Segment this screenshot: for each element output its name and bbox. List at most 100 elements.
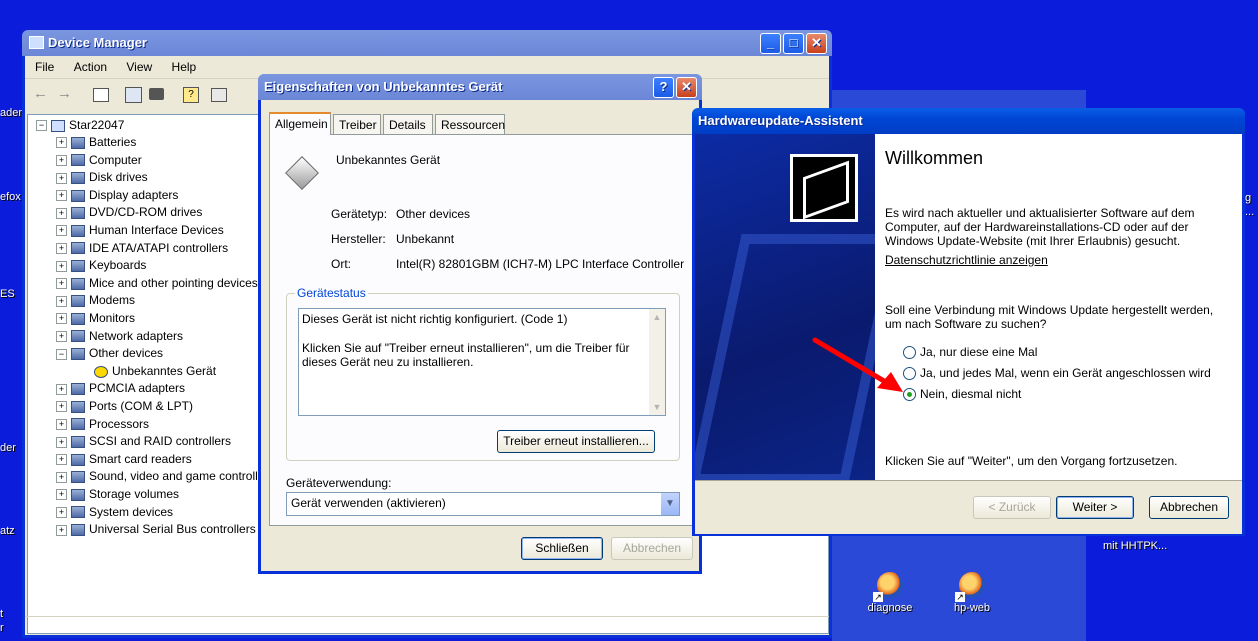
desktop-icon-hp-web[interactable]: hp-web: [942, 572, 1002, 614]
expand-icon[interactable]: +: [56, 137, 67, 149]
back-arrow-icon[interactable]: ←: [33, 85, 48, 102]
tree-category-item[interactable]: + Storage volumes: [56, 486, 179, 503]
collapse-icon[interactable]: −: [56, 348, 67, 360]
tree-category-item[interactable]: + DVD/CD-ROM drives: [56, 204, 202, 221]
cancel-button[interactable]: Abbrechen: [611, 537, 693, 560]
expand-icon[interactable]: +: [56, 225, 67, 237]
tree-category-item[interactable]: + Keyboards: [56, 257, 146, 274]
tab-details[interactable]: Details: [383, 114, 433, 134]
scroll-down-icon[interactable]: ▼: [649, 399, 665, 415]
expand-icon[interactable]: +: [56, 313, 67, 325]
tree-category-item[interactable]: + Human Interface Devices: [56, 222, 224, 239]
show-hide-tree-icon[interactable]: [93, 88, 109, 102]
print-icon[interactable]: [149, 88, 164, 100]
tree-root[interactable]: − Star22047: [36, 117, 124, 134]
device-category-icon: [71, 260, 85, 273]
expand-icon[interactable]: +: [56, 207, 67, 219]
tab-driver[interactable]: Treiber: [333, 114, 381, 134]
tab-general[interactable]: Allgemein: [269, 112, 331, 135]
menu-help[interactable]: Help: [164, 56, 205, 78]
hardware-wizard-icon: [790, 154, 858, 222]
tree-category-item[interactable]: + Disk drives: [56, 169, 148, 186]
help-button[interactable]: ?: [653, 77, 674, 98]
expand-icon[interactable]: +: [56, 242, 67, 254]
expand-icon[interactable]: +: [56, 418, 67, 430]
tree-category-item[interactable]: + Processors: [56, 416, 149, 433]
expand-icon[interactable]: +: [56, 436, 67, 448]
collapse-icon[interactable]: −: [36, 120, 47, 132]
chevron-down-icon[interactable]: ▼: [661, 493, 679, 515]
forward-arrow-icon[interactable]: →: [57, 85, 72, 102]
maximize-button[interactable]: □: [783, 33, 804, 54]
close-button[interactable]: ✕: [676, 77, 697, 98]
help-icon[interactable]: ?: [183, 87, 199, 103]
wizard-option-2[interactable]: Ja, und jedes Mal, wenn ein Gerät angesc…: [903, 365, 1211, 381]
tree-category-item[interactable]: + SCSI and RAID controllers: [56, 433, 231, 450]
menu-view[interactable]: View: [118, 56, 160, 78]
tree-category-item[interactable]: + Display adapters: [56, 187, 178, 204]
device-usage-select[interactable]: Gerät verwenden (aktivieren) ▼: [286, 492, 680, 516]
tree-item-label: Monitors: [89, 311, 136, 325]
device-manager-titlebar[interactable]: Device Manager _ □ ✕: [22, 30, 832, 56]
properties-titlebar[interactable]: Eigenschaften von Unbekanntes Gerät ? ✕: [258, 74, 702, 100]
expand-icon[interactable]: +: [56, 295, 67, 307]
manufacturer-label: Hersteller:: [331, 232, 386, 246]
next-button[interactable]: Weiter >: [1056, 496, 1134, 519]
scroll-up-icon[interactable]: ▲: [649, 309, 665, 325]
expand-icon[interactable]: +: [56, 454, 67, 466]
expand-icon[interactable]: +: [56, 278, 67, 290]
expand-icon[interactable]: +: [56, 190, 67, 202]
menu-action[interactable]: Action: [66, 56, 115, 78]
tree-category-item[interactable]: + Batteries: [56, 134, 136, 151]
menu-file[interactable]: File: [27, 56, 62, 78]
tab-resources[interactable]: Ressourcen: [435, 114, 505, 134]
view-icon[interactable]: [211, 88, 227, 102]
wizard-option-3[interactable]: Nein, diesmal nicht: [903, 386, 1021, 402]
expand-icon[interactable]: +: [56, 489, 67, 501]
cancel-button[interactable]: Abbrechen: [1149, 496, 1229, 519]
close-button[interactable]: ✕: [806, 33, 827, 54]
expand-icon[interactable]: +: [56, 401, 67, 413]
tree-category-item[interactable]: + Smart card readers: [56, 451, 192, 468]
expand-icon[interactable]: +: [56, 260, 67, 272]
tree-category-item[interactable]: + Sound, video and game controllers: [56, 468, 274, 485]
tree-category-item[interactable]: + Universal Serial Bus controllers: [56, 521, 256, 538]
tree-item-label: Network adapters: [89, 328, 184, 343]
tree-device-item[interactable]: Unbekanntes Gerät: [94, 363, 216, 380]
desktop-shortcut-caption[interactable]: mit HHTPK...: [1103, 540, 1167, 552]
expand-icon[interactable]: +: [56, 471, 67, 483]
wizard-intro: Es wird nach aktueller und aktualisierte…: [885, 206, 1195, 248]
privacy-policy-link[interactable]: Datenschutzrichtlinie anzeigen: [885, 253, 1048, 267]
tree-category-item[interactable]: + System devices: [56, 504, 173, 521]
minimize-button[interactable]: _: [760, 33, 781, 54]
reinstall-driver-button[interactable]: Treiber erneut installieren...: [497, 430, 655, 453]
back-button[interactable]: < Zurück: [973, 496, 1051, 519]
device-status-textbox[interactable]: Dieses Gerät ist nicht richtig konfiguri…: [298, 308, 666, 416]
wizard-titlebar[interactable]: Hardwareupdate-Assistent: [692, 108, 1245, 134]
expand-icon[interactable]: +: [56, 524, 67, 536]
expand-icon[interactable]: +: [56, 383, 67, 395]
tree-category-item[interactable]: + IDE ATA/ATAPI controllers: [56, 240, 228, 257]
close-dialog-button[interactable]: Schließen: [521, 537, 603, 560]
wizard-option-1[interactable]: Ja, nur diese eine Mal: [903, 344, 1037, 360]
tree-category-item[interactable]: + Modems: [56, 292, 135, 309]
tree-category-item[interactable]: + PCMCIA adapters: [56, 380, 185, 397]
properties-icon[interactable]: [125, 87, 142, 103]
tree-item-label: Batteries: [89, 135, 137, 149]
expand-icon[interactable]: +: [56, 154, 67, 166]
tree-category-item[interactable]: + Mice and other pointing devices: [56, 275, 258, 292]
tree-category-item[interactable]: + Computer: [56, 152, 142, 169]
tree-category-item[interactable]: − Other devices: [56, 345, 163, 362]
expand-icon[interactable]: +: [56, 172, 67, 184]
status-scrollbar[interactable]: ▲ ▼: [649, 309, 665, 415]
expand-icon[interactable]: +: [56, 506, 67, 518]
device-category-icon: [71, 506, 85, 519]
desktop-icon-diagnose[interactable]: diagnose: [860, 572, 920, 614]
desktop-icon-fragment: efox: [0, 191, 21, 203]
expand-icon[interactable]: +: [56, 330, 67, 342]
tree-category-item[interactable]: + Network adapters: [56, 328, 183, 345]
tree-category-item[interactable]: + Ports (COM & LPT): [56, 398, 193, 415]
tree-category-item[interactable]: + Monitors: [56, 310, 135, 327]
tree-item-label: Human Interface Devices: [89, 223, 224, 237]
desktop-icon-fragment: der: [0, 442, 16, 454]
